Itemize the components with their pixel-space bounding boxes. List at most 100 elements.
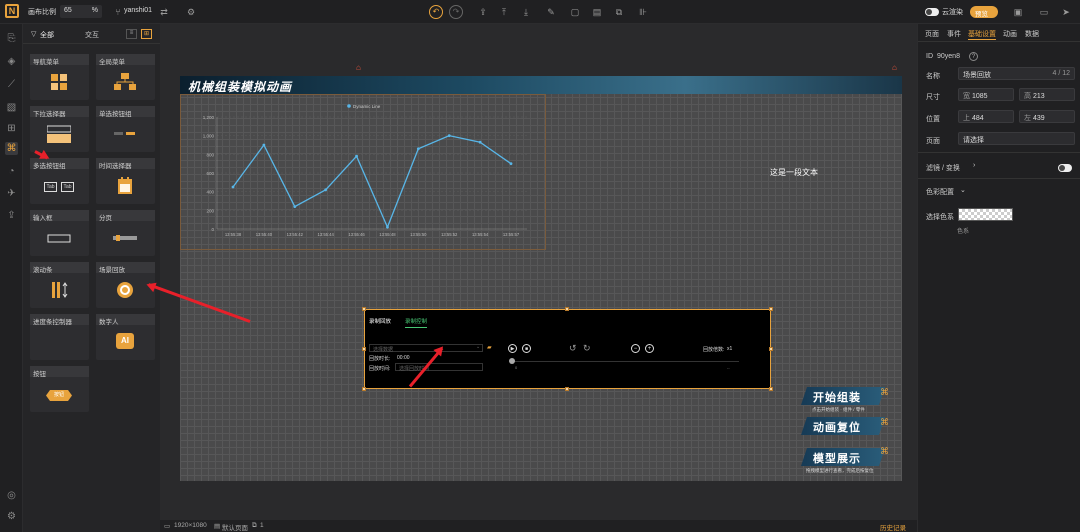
comp-checkbox-group[interactable]: 多选按钮组 Tab Tab <box>30 158 89 204</box>
list-view-icon[interactable]: ≡ <box>126 29 137 39</box>
tab-basic[interactable]: 基础设置 <box>968 29 996 40</box>
resize-handle[interactable] <box>769 307 773 311</box>
tab-event[interactable]: 事件 <box>947 29 961 39</box>
filter-icon[interactable]: ▽ <box>31 30 36 38</box>
app-logo[interactable]: N <box>5 4 19 18</box>
tab-page[interactable]: 页面 <box>925 29 939 39</box>
swap-icon[interactable]: ⇄ <box>158 6 170 18</box>
resize-handle[interactable] <box>565 387 569 391</box>
filter-toggle[interactable] <box>1058 164 1072 172</box>
comp-radio-group[interactable]: 单选按钮组 <box>96 106 155 152</box>
comp-digital-human[interactable]: 数字人 AI <box>96 314 155 360</box>
width-input[interactable]: 宽 1085 <box>958 88 1014 101</box>
resolution-text[interactable]: 1920×1080 <box>174 522 207 529</box>
align-top-icon[interactable]: ⤒ <box>498 6 510 18</box>
resize-handle[interactable] <box>565 307 569 311</box>
comp-input[interactable]: 输入框 <box>30 210 89 256</box>
settings-icon[interactable]: ⚙ <box>5 510 18 523</box>
comp-dropdown[interactable]: 下拉选择器 <box>30 106 89 152</box>
help-icon[interactable]: ? <box>969 52 978 61</box>
table-icon[interactable]: ⊞ <box>5 122 18 135</box>
text-widget[interactable]: 这是一段文本 <box>770 167 818 178</box>
tab-record[interactable]: 录制回放 <box>369 317 391 325</box>
color-section[interactable]: 色彩配置 <box>926 187 954 197</box>
media-icon[interactable]: ▧ <box>5 101 18 114</box>
y-tick-label: 0 <box>211 227 214 232</box>
reset-animation-button[interactable]: 动画复位 <box>801 417 885 435</box>
speed-value[interactable]: x1 <box>727 346 732 352</box>
name-input[interactable]: 场景回放 4 / 12 <box>958 67 1075 80</box>
comp-time-picker[interactable]: 时间选择器 <box>96 158 155 204</box>
comp-global-menu[interactable]: 全局菜单 <box>96 54 155 100</box>
upload-icon[interactable]: ⇪ <box>477 6 489 18</box>
widget-icon[interactable]: ⌘ <box>5 142 18 155</box>
model-display-button[interactable]: 模型展示 <box>801 448 885 466</box>
zoom-out-icon[interactable]: − <box>631 344 640 353</box>
folder-icon[interactable]: ▰ <box>487 344 492 351</box>
upload-rail-icon[interactable]: ⇪ <box>5 209 18 222</box>
time2-input[interactable]: 选择回放时间 <box>395 363 483 372</box>
page-label[interactable]: 默认页面 <box>222 522 248 532</box>
gear-icon[interactable]: ⚙ <box>185 6 197 18</box>
clear-icon[interactable]: ✎ <box>545 6 557 18</box>
filter-section[interactable]: 滤镜 / 变换 <box>926 163 960 173</box>
pages-icon[interactable]: ⎘ <box>5 32 18 45</box>
zoom-in-icon[interactable]: + <box>645 344 654 353</box>
start-assembly-button[interactable]: 开始组装 <box>801 387 885 405</box>
help-icon[interactable]: ◎ <box>5 489 18 502</box>
download-icon[interactable]: ⤓ <box>520 6 532 18</box>
comp-progress-controller[interactable]: 进度条控制器 <box>30 314 89 360</box>
color-swatch[interactable] <box>958 208 1013 221</box>
resize-handle[interactable] <box>362 347 366 351</box>
publish-icon[interactable]: ➤ <box>1060 6 1072 18</box>
scene-playback-widget[interactable]: 录制回放 录制控制 选择数据 ⌄ ▰ 回放时长: 00:00 回放时间: 选择回… <box>364 309 771 389</box>
tab-control[interactable]: 录制控制 <box>405 317 428 328</box>
play-icon[interactable]: ▶ <box>508 344 517 353</box>
delete-icon[interactable]: ▤ <box>591 6 603 18</box>
shapes-icon[interactable]: ◔ <box>5 165 18 178</box>
resize-handle[interactable] <box>769 387 773 391</box>
data-select[interactable]: 选择数据 <box>369 344 483 353</box>
lock-icon[interactable]: ⌂ <box>892 63 897 72</box>
tab-interaction[interactable]: 交互 <box>85 30 99 40</box>
resize-handle[interactable] <box>769 347 773 351</box>
stop-icon[interactable]: ■ <box>522 344 531 353</box>
forward-icon[interactable]: ↻ <box>583 343 591 354</box>
layers-icon[interactable]: ◈ <box>5 55 18 68</box>
undo-icon[interactable]: ↶ <box>429 5 443 19</box>
size-label: 尺寸 <box>926 94 940 101</box>
monitor-icon[interactable]: ▭ <box>1038 6 1050 18</box>
tab-animation[interactable]: 动画 <box>1003 29 1017 39</box>
comp-button[interactable]: 按钮 按钮 <box>30 366 89 412</box>
history-link[interactable]: 历史记录 <box>880 522 906 532</box>
line-chart-widget[interactable]: 0 200 400 600 800 1,000 1,200 13:55:38 13:55:40 1… <box>180 94 546 250</box>
page-select[interactable]: 请选择 <box>958 132 1075 145</box>
chart-icon[interactable]: ⟋ <box>5 78 18 91</box>
resize-handle[interactable] <box>362 307 366 311</box>
group-icon[interactable]: ⧉ <box>613 6 625 18</box>
timeline-track[interactable] <box>511 361 739 362</box>
cloud-render-toggle[interactable] <box>925 8 939 16</box>
tab-data[interactable]: 数据 <box>1025 29 1039 39</box>
lock-icon[interactable]: ⌂ <box>356 63 361 72</box>
preview-button[interactable]: 预览 <box>970 6 998 18</box>
height-input[interactable]: 高 213 <box>1019 88 1075 101</box>
plane-icon[interactable]: ✈ <box>5 187 18 200</box>
tab-all[interactable]: 全部 <box>40 30 54 40</box>
comp-pagination[interactable]: 分页 <box>96 210 155 256</box>
save-icon[interactable]: ▣ <box>1012 6 1024 18</box>
layout-icon[interactable]: ⊪ <box>637 6 649 18</box>
redo-icon[interactable]: ↷ <box>449 5 463 19</box>
resize-handle[interactable] <box>362 387 366 391</box>
top-input[interactable]: 上 484 <box>958 110 1014 123</box>
grid-view-icon[interactable]: ⊞ <box>141 29 152 39</box>
zoom-input[interactable]: 65% <box>60 5 102 18</box>
comp-nav-menu[interactable]: 导航菜单 <box>30 54 89 100</box>
copy-icon[interactable]: ▢ <box>569 6 581 18</box>
design-canvas[interactable]: 机械组装模拟动画 ⌂ ⌂ 0 200 400 600 800 1,000 1,200 13:5… <box>180 63 902 481</box>
timeline-handle[interactable] <box>509 358 515 364</box>
left-input[interactable]: 左 439 <box>1019 110 1075 123</box>
project-name[interactable]: yanshi01 <box>124 7 152 14</box>
rewind-icon[interactable]: ↺ <box>569 343 577 354</box>
comp-scrollbar[interactable]: 滚动条 <box>30 262 89 308</box>
